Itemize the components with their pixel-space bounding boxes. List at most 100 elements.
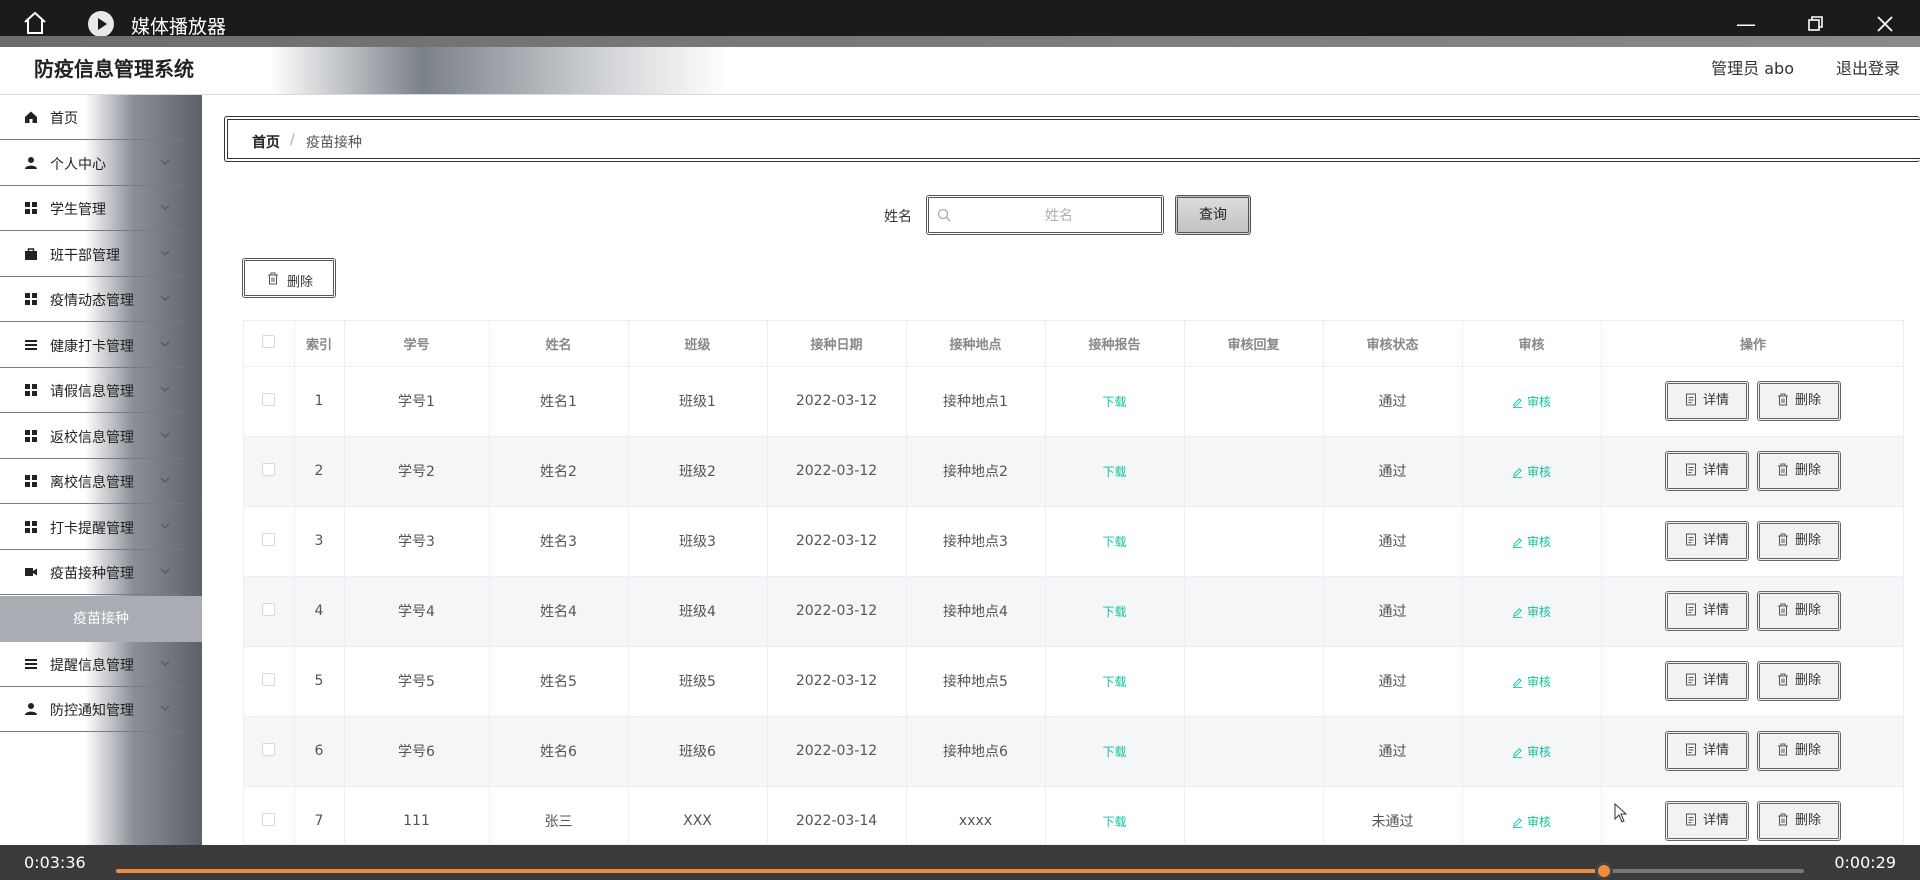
restore-button[interactable] xyxy=(1803,12,1827,36)
sidebar-item[interactable]: 健康打卡管理 xyxy=(0,323,182,368)
detail-label: 详情 xyxy=(1702,533,1729,548)
detail-button[interactable]: 详情 xyxy=(1665,731,1749,771)
cell-status: 通过 xyxy=(1323,576,1463,647)
document-icon xyxy=(1685,463,1703,478)
column-header[interactable]: 审核 xyxy=(1462,321,1602,367)
detail-button[interactable]: 详情 xyxy=(1665,661,1749,701)
row-select-cell xyxy=(244,576,295,647)
row-checkbox[interactable] xyxy=(262,812,276,826)
sidebar-item[interactable]: 首页 xyxy=(0,95,182,140)
detail-button[interactable]: 详情 xyxy=(1665,451,1749,491)
download-report-link[interactable]: 下载 xyxy=(1102,465,1126,479)
audit-link[interactable]: 审核 xyxy=(1512,675,1551,689)
sidebar-item[interactable]: 打卡提醒管理 xyxy=(0,505,182,550)
download-report-link[interactable]: 下载 xyxy=(1102,675,1126,689)
row-checkbox[interactable] xyxy=(262,602,276,616)
chevron-down-icon xyxy=(158,200,172,214)
cell-name: 姓名6 xyxy=(489,716,629,787)
column-header[interactable]: 审核状态 xyxy=(1323,321,1463,367)
breadcrumb-home[interactable]: 首页 xyxy=(252,132,280,152)
minimize-button[interactable]: — xyxy=(1734,12,1758,36)
cell-audit: 审核 xyxy=(1462,506,1602,577)
select-all-checkbox[interactable] xyxy=(262,334,276,348)
row-checkbox[interactable] xyxy=(262,742,276,756)
titlebar-strip xyxy=(0,36,1920,47)
seek-handle[interactable] xyxy=(1594,862,1613,880)
row-checkbox[interactable] xyxy=(262,392,276,406)
sidebar-item[interactable]: 防控通知管理 xyxy=(0,687,182,732)
column-header[interactable]: 学号 xyxy=(344,321,490,367)
sidebar-item[interactable]: 疫苗接种管理 xyxy=(0,550,182,595)
close-button[interactable] xyxy=(1873,12,1897,36)
audit-link[interactable]: 审核 xyxy=(1512,605,1551,619)
sidebar-item[interactable]: 班干部管理 xyxy=(0,232,182,277)
edit-icon xyxy=(1512,535,1527,549)
delete-label: 删除 xyxy=(1794,813,1821,828)
sidebar-item[interactable]: 学生管理 xyxy=(0,186,182,231)
detail-button[interactable]: 详情 xyxy=(1665,521,1749,561)
query-button[interactable]: 查询 xyxy=(1175,195,1251,235)
cell-class: 班级1 xyxy=(628,366,768,437)
row-delete-button[interactable]: 删除 xyxy=(1757,801,1841,841)
column-header[interactable]: 接种报告 xyxy=(1045,321,1185,367)
detail-button[interactable]: 详情 xyxy=(1665,801,1749,841)
sidebar-item[interactable]: 提醒信息管理 xyxy=(0,642,182,687)
row-delete-button[interactable]: 删除 xyxy=(1757,661,1841,701)
download-report-link[interactable]: 下载 xyxy=(1102,745,1126,759)
row-delete-button[interactable]: 删除 xyxy=(1757,521,1841,561)
audit-link[interactable]: 审核 xyxy=(1512,815,1551,829)
detail-button[interactable]: 详情 xyxy=(1665,591,1749,631)
detail-button[interactable]: 详情 xyxy=(1665,381,1749,421)
download-report-link[interactable]: 下载 xyxy=(1102,605,1126,619)
download-report-link[interactable]: 下载 xyxy=(1102,395,1126,409)
row-select-cell xyxy=(244,366,295,437)
audit-link[interactable]: 审核 xyxy=(1512,465,1551,479)
audit-link[interactable]: 审核 xyxy=(1512,745,1551,759)
column-header[interactable]: 接种地点 xyxy=(906,321,1046,367)
sidebar-item[interactable]: 个人中心 xyxy=(0,141,182,186)
search-box[interactable] xyxy=(926,195,1164,235)
audit-label: 审核 xyxy=(1526,464,1551,479)
sidebar-item[interactable]: 返校信息管理 xyxy=(0,414,182,459)
mouse-cursor-icon xyxy=(1614,803,1628,823)
seek-bar[interactable] xyxy=(116,862,1804,880)
breadcrumb-current: 疫苗接种 xyxy=(306,135,362,151)
row-select-cell xyxy=(244,436,295,507)
column-header[interactable]: 班级 xyxy=(628,321,768,367)
row-delete-button[interactable]: 删除 xyxy=(1757,591,1841,631)
bulk-delete-button[interactable]: 删除 xyxy=(242,258,336,298)
logout-link[interactable]: 退出登录 xyxy=(1836,55,1900,79)
column-header[interactable]: 操作 xyxy=(1601,321,1903,367)
row-delete-button[interactable]: 删除 xyxy=(1757,731,1841,771)
row-checkbox[interactable] xyxy=(262,532,276,546)
audit-link[interactable]: 审核 xyxy=(1512,395,1551,409)
cell-index: 4 xyxy=(294,576,345,647)
cell-index: 6 xyxy=(294,716,345,787)
cell-place: 接种地点4 xyxy=(906,576,1046,647)
sidebar-subitem-active[interactable]: 疫苗接种 xyxy=(0,595,202,642)
column-header[interactable]: 姓名 xyxy=(489,321,629,367)
download-report-link[interactable]: 下载 xyxy=(1102,815,1126,829)
cell-reply xyxy=(1184,506,1324,577)
row-delete-button[interactable]: 删除 xyxy=(1757,381,1841,421)
search-input[interactable] xyxy=(959,204,1159,228)
column-header[interactable]: 接种日期 xyxy=(767,321,907,367)
row-checkbox[interactable] xyxy=(262,672,276,686)
sidebar-item[interactable]: 离校信息管理 xyxy=(0,459,182,504)
grid-icon xyxy=(24,292,38,306)
cell-date: 2022-03-14 xyxy=(767,786,907,844)
sidebar-item[interactable]: 疫情动态管理 xyxy=(0,277,182,322)
trash-icon xyxy=(1777,743,1795,758)
sidebar-item-label: 请假信息管理 xyxy=(50,384,134,400)
row-checkbox[interactable] xyxy=(262,462,276,476)
row-delete-button[interactable]: 删除 xyxy=(1757,451,1841,491)
row-select-cell xyxy=(244,506,295,577)
cell-index: 7 xyxy=(294,786,345,844)
audit-link[interactable]: 审核 xyxy=(1512,535,1551,549)
sidebar-item[interactable]: 请假信息管理 xyxy=(0,368,182,413)
cell-name: 姓名5 xyxy=(489,646,629,717)
home-icon[interactable] xyxy=(22,10,48,36)
column-header[interactable]: 审核回复 xyxy=(1184,321,1324,367)
column-header[interactable]: 索引 xyxy=(294,321,345,367)
download-report-link[interactable]: 下载 xyxy=(1102,535,1126,549)
